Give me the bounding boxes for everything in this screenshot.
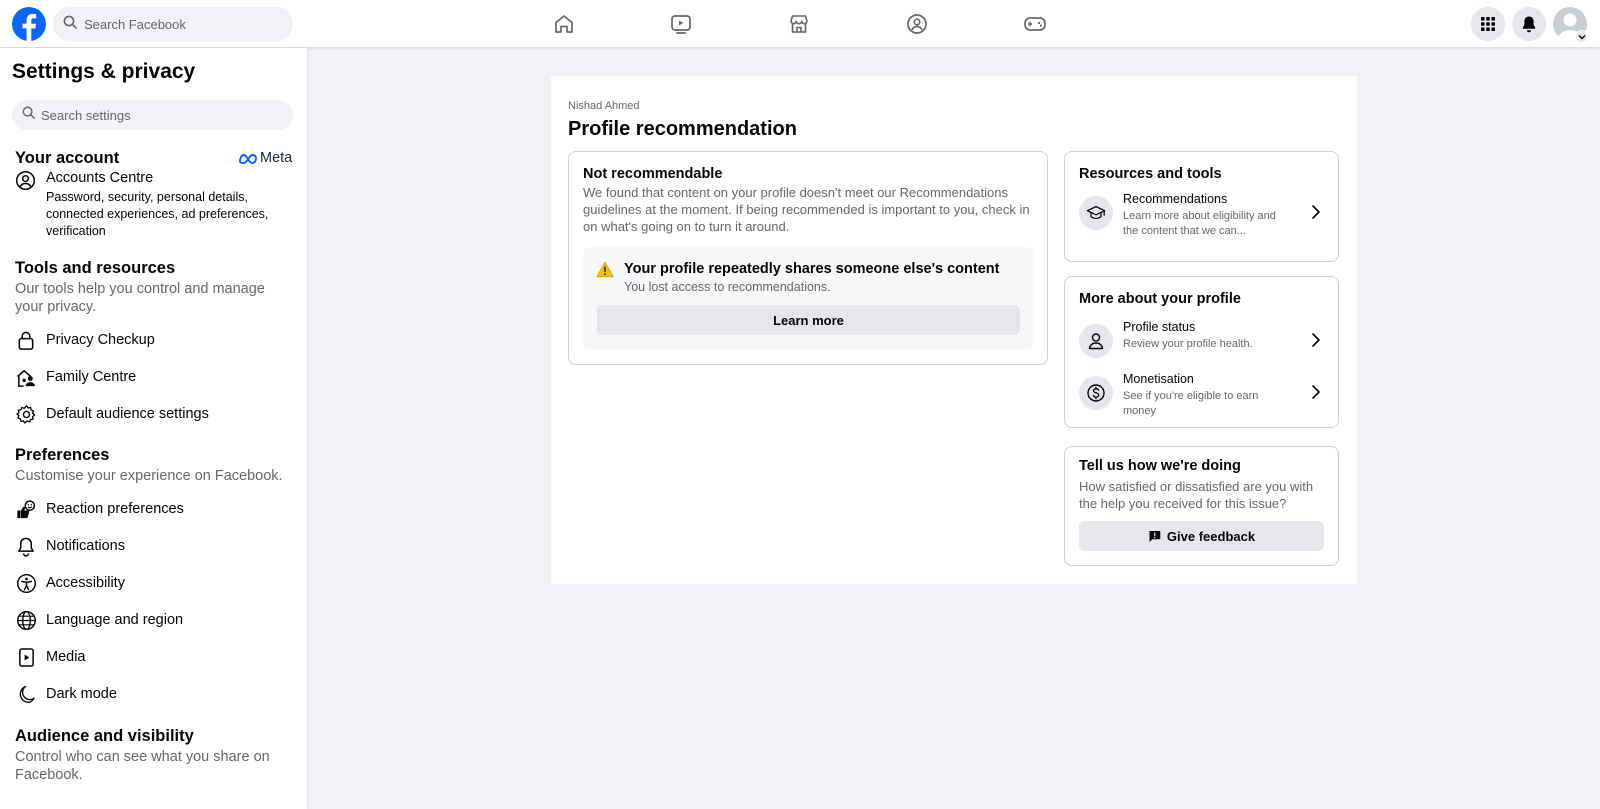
monetisation-link[interactable]: Monetisation See if you're eligible to e… [1079, 372, 1325, 422]
warning-triangle-icon [596, 261, 614, 283]
home-icon[interactable] [542, 8, 586, 40]
default-audience-label: Default audience settings [46, 406, 209, 422]
tools-subtitle: Our tools help you control and manage yo… [15, 281, 265, 315]
sidebar-item-default-audience[interactable]: Default audience settings [15, 399, 295, 429]
gear-icon [15, 403, 37, 425]
meta-brand-text: Meta [260, 150, 293, 166]
privacy-checkup-label: Privacy Checkup [46, 332, 155, 348]
media-icon [15, 646, 37, 668]
gaming-icon[interactable] [1013, 8, 1057, 40]
feedback-flag-icon [1148, 530, 1161, 543]
sidebar-title: Settings & privacy [12, 60, 196, 83]
learn-more-button[interactable]: Learn more [597, 305, 1020, 335]
profile-status-title: Profile status [1123, 320, 1196, 334]
marketplace-icon[interactable] [777, 8, 821, 40]
monetisation-title: Monetisation [1123, 372, 1194, 386]
family-centre-label: Family Centre [46, 369, 137, 385]
groups-icon[interactable] [895, 8, 939, 40]
sidebar-item-privacy-checkup[interactable]: Privacy Checkup [15, 325, 295, 355]
top-navigation-bar [0, 0, 1600, 48]
preferences-subtitle: Customise your experience on Facebook. [15, 468, 283, 484]
sidebar-item-reaction-preferences[interactable]: Reaction preferences [15, 494, 295, 524]
family-icon [15, 366, 37, 388]
feedback-card: Tell us how we're doing How satisfied or… [1064, 446, 1339, 566]
facebook-logo-icon[interactable] [12, 7, 46, 41]
chevron-down-icon[interactable] [1575, 30, 1588, 43]
lock-icon [15, 329, 37, 351]
settings-search-box[interactable] [12, 100, 293, 130]
audience-heading: Audience and visibility [15, 727, 194, 745]
warning-box: Your profile repeatedly shares someone e… [583, 247, 1034, 349]
dollar-icon [1079, 376, 1113, 410]
language-region-label: Language and region [46, 612, 184, 628]
chevron-right-icon [1311, 204, 1321, 225]
more-profile-title: More about your profile [1079, 291, 1241, 307]
notifications-bell-icon[interactable] [1512, 7, 1546, 41]
account-circle-icon [15, 170, 36, 196]
your-account-heading: Your account [15, 149, 120, 167]
recommendations-title: Recommendations [1123, 192, 1228, 206]
reaction-preferences-label: Reaction preferences [46, 501, 184, 517]
chevron-right-icon [1311, 332, 1321, 353]
recommendation-status-card: Not recommendable We found that content … [568, 151, 1048, 365]
feedback-title: Tell us how we're doing [1079, 458, 1241, 474]
meta-logo: Meta [238, 150, 292, 166]
audience-subtitle: Control who can see what you share on Fa… [15, 749, 270, 783]
give-feedback-button[interactable]: Give feedback [1079, 521, 1324, 551]
accounts-centre-description: Password, security, personal details, co… [46, 190, 269, 238]
sidebar-item-dark-mode[interactable]: Dark mode [15, 679, 295, 709]
profile-status-link[interactable]: Profile status Review your profile healt… [1079, 320, 1325, 370]
moon-icon [15, 683, 37, 705]
video-icon[interactable] [659, 8, 703, 40]
sidebar-item-language-region[interactable]: Language and region [15, 605, 295, 635]
profile-recommendation-panel: Nishad Ahmed Profile recommendation Not … [551, 76, 1357, 584]
preferences-heading: Preferences [15, 446, 110, 464]
more-about-profile-card: More about your profile Profile status R… [1064, 276, 1339, 428]
settings-sidebar: Settings & privacy Your account Meta Acc… [0, 48, 307, 809]
give-feedback-label: Give feedback [1166, 528, 1256, 544]
recommendations-description: Learn more about eligibility and the con… [1123, 210, 1276, 237]
page-title: Profile recommendation [568, 118, 797, 140]
facebook-search-input[interactable] [84, 16, 274, 32]
sidebar-item-family-centre[interactable]: Family Centre [15, 362, 295, 392]
settings-search-input[interactable] [41, 107, 281, 123]
media-label: Media [46, 649, 86, 665]
facebook-search-box[interactable] [53, 7, 293, 41]
warning-title: Your profile repeatedly shares someone e… [624, 261, 1000, 277]
warning-subtitle: You lost access to recommendations. [624, 280, 831, 294]
resources-title: Resources and tools [1079, 166, 1222, 182]
feedback-text: How satisfied or dissatisfied are you wi… [1079, 479, 1314, 511]
graduation-cap-icon [1079, 196, 1113, 230]
accessibility-label: Accessibility [46, 575, 125, 591]
recommendations-link[interactable]: Recommendations Learn more about eligibi… [1079, 192, 1325, 242]
monetisation-description: See if you're eligible to earn money [1123, 390, 1259, 417]
chevron-right-icon [1311, 384, 1321, 405]
menu-grid-icon[interactable] [1471, 7, 1505, 41]
search-icon [22, 106, 35, 124]
sidebar-item-notifications[interactable]: Notifications [15, 531, 295, 561]
notifications-label: Notifications [46, 538, 125, 554]
accessibility-icon [15, 572, 37, 594]
bell-icon [15, 535, 37, 557]
status-title: Not recommendable [583, 166, 723, 182]
tools-heading: Tools and resources [15, 259, 176, 277]
meta-infinity-icon [239, 153, 257, 164]
globe-icon [15, 609, 37, 631]
profile-status-description: Review your profile health. [1123, 338, 1253, 350]
search-icon [63, 15, 77, 34]
accounts-centre-label: Accounts Centre [46, 170, 154, 186]
status-description: We found that content on your profile do… [583, 185, 1030, 234]
reaction-icon [15, 498, 37, 520]
sidebar-item-accessibility[interactable]: Accessibility [15, 568, 295, 598]
person-icon [1079, 324, 1113, 358]
profile-owner-name: Nishad Ahmed [568, 100, 640, 112]
resources-tools-card: Resources and tools Recommendations Lear… [1064, 151, 1339, 262]
dark-mode-label: Dark mode [46, 686, 117, 702]
sidebar-item-media[interactable]: Media [15, 642, 295, 672]
